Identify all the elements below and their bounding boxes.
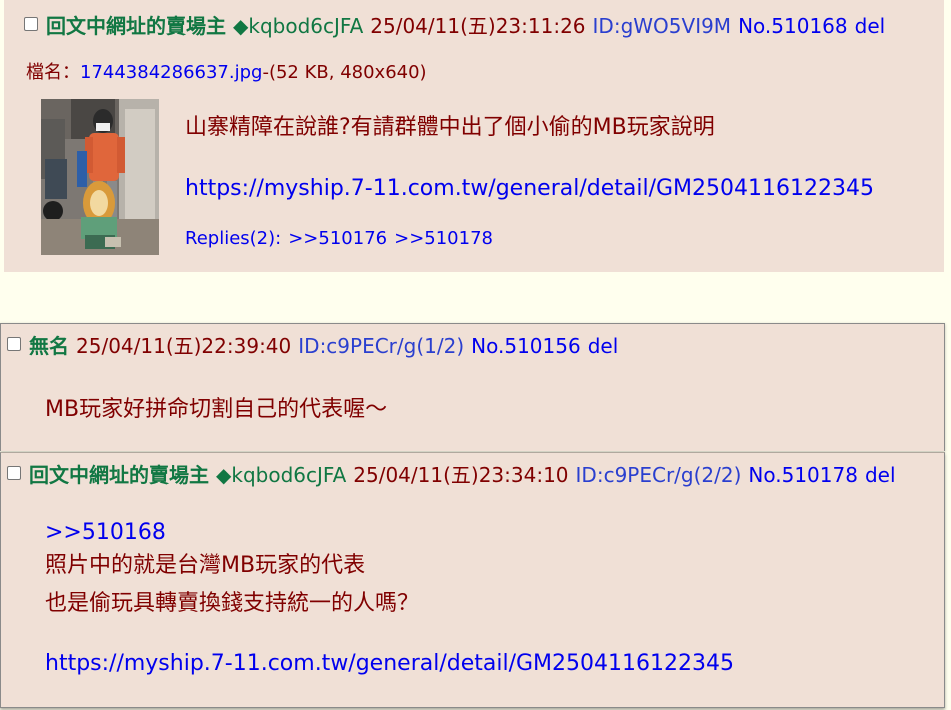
file-info: 檔名：1744384286637.jpg-(52 KB, 480x640) (26, 62, 427, 84)
delete-link[interactable]: del (865, 463, 896, 487)
reply-link[interactable]: >>510178 (394, 228, 493, 249)
reply-post-510168: 回文中網址的賣場主 ◆kqbod6cJFA 25/04/11(五)23:11:26 I… (4, 0, 944, 272)
post-header: 無名 25/04/11(五)22:39:40 ID:c9PECr/g(1/2) No.… (7, 334, 618, 358)
poster-name: 回文中網址的賣場主 (46, 14, 226, 38)
file-name-link[interactable]: 1744384286637.jpg (80, 62, 262, 83)
post-datetime: 25/04/11(五)23:34:10 (353, 463, 569, 487)
post-number-link[interactable]: No.510168 (738, 14, 848, 38)
quote-link[interactable]: >>510168 (45, 519, 166, 547)
replies-list: Replies(2): >>510176 >>510178 (185, 228, 493, 250)
delete-link[interactable]: del (855, 14, 886, 38)
file-meta: -(52 KB, 480x640) (262, 62, 427, 83)
post-header: 回文中網址的賣場主 ◆kqbod6cJFA 25/04/11(五)23:34:10 I… (7, 463, 896, 487)
reply-link[interactable]: >>510176 (288, 228, 387, 249)
poster-id[interactable]: ID:c9PECr/g(1/2) (298, 334, 464, 358)
attached-image-thumbnail[interactable] (41, 99, 159, 255)
poster-name: 回文中網址的賣場主 (29, 463, 209, 487)
post-text-line: 山寨精障在說誰?有請群體中出了個小偷的MB玩家說明 (185, 115, 715, 140)
post-text-line: 照片中的就是台灣MB玩家的代表 (45, 553, 366, 578)
external-url-link[interactable]: https://myship.7-11.com.tw/general/detai… (45, 650, 734, 678)
post-select-checkbox[interactable] (7, 337, 21, 351)
post-datetime: 25/04/11(五)23:11:26 (370, 14, 586, 38)
poster-id[interactable]: ID:gWO5VI9M (593, 14, 732, 38)
post-select-checkbox[interactable] (7, 466, 21, 480)
tripcode: ◆kqbod6cJFA (216, 463, 347, 487)
reply-post-510156: 無名 25/04/11(五)22:39:40 ID:c9PECr/g(1/2) No.… (0, 323, 945, 451)
reply-post-510178: 回文中網址的賣場主 ◆kqbod6cJFA 25/04/11(五)23:34:10 I… (0, 452, 945, 708)
poster-id[interactable]: ID:c9PECr/g(2/2) (576, 463, 742, 487)
file-label: 檔名： (26, 62, 80, 83)
post-text-line: MB玩家好拼命切割自己的代表喔～ (45, 397, 388, 422)
tripcode: ◆kqbod6cJFA (233, 14, 364, 38)
replies-label: Replies(2): (185, 228, 282, 249)
post-header: 回文中網址的賣場主 ◆kqbod6cJFA 25/04/11(五)23:11:26 I… (24, 14, 885, 38)
post-select-checkbox[interactable] (24, 17, 38, 31)
post-text-line: 也是偷玩具轉賣換錢支持統一的人嗎？ (45, 591, 420, 616)
post-datetime: 25/04/11(五)22:39:40 (76, 334, 292, 358)
poster-name: 無名 (29, 334, 69, 358)
post-number-link[interactable]: No.510178 (748, 463, 858, 487)
external-url-link[interactable]: https://myship.7-11.com.tw/general/detai… (185, 175, 874, 203)
post-number-link[interactable]: No.510156 (471, 334, 581, 358)
delete-link[interactable]: del (588, 334, 619, 358)
